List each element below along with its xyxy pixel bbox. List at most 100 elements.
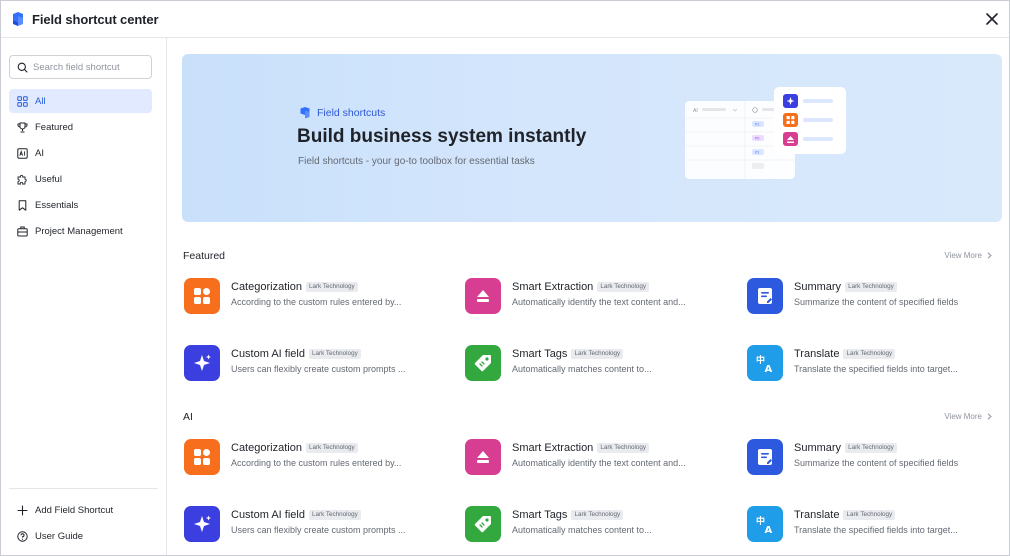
illus-chip-label: P0 (755, 137, 759, 141)
card-title: Summary (794, 281, 842, 293)
illus-category-glyph (786, 116, 790, 120)
user-guide-label: User Guide (35, 530, 84, 542)
illus-panel-bar (803, 118, 833, 122)
sidebar-item-label: Featured (35, 121, 74, 133)
illus-category-glyph (786, 120, 790, 124)
shortcut-card-summary[interactable]: Summary Lark Technology Summarize the con… (747, 439, 997, 479)
illus-category-tile (783, 113, 798, 127)
card-description: Automatically identify the text content … (512, 458, 686, 468)
sidebar-item-essentials[interactable]: Essentials (9, 193, 152, 217)
card-title: Custom AI field (231, 348, 305, 360)
publisher-badge: Lark Technology (571, 349, 624, 359)
view-more-ai[interactable]: View More (944, 412, 993, 421)
card-description: Automatically identify the text content … (512, 297, 686, 307)
view-more-featured[interactable]: View More (944, 251, 993, 260)
summary-icon (747, 278, 783, 314)
shortcut-card-custom-ai-field[interactable]: Custom AI field Lark Technology Users can… (184, 345, 434, 385)
field-shortcuts-logo-icon (300, 107, 310, 119)
grid-icon (17, 95, 28, 107)
publisher-badge: Lark Technology (305, 282, 358, 292)
illus-header-bar (702, 108, 726, 111)
card-description: Users can flexibly create custom prompts… (231, 364, 406, 374)
banner-subtitle: Field shortcuts - your go-to toolbox for… (298, 156, 535, 167)
banner-illustration: AI P1 P0 P1 (685, 87, 846, 179)
section-title-ai: AI (183, 411, 193, 423)
card-description: According to the custom rules entered by… (231, 458, 402, 468)
sidebar-item-all[interactable]: All (9, 89, 152, 113)
shortcut-card-smart-tags[interactable]: Smart Tags Lark Technology Automatically … (465, 506, 715, 546)
shortcut-card-translate[interactable]: 中A Translate Lark Technology Translate th… (747, 506, 997, 546)
close-icon[interactable] (985, 12, 999, 26)
publisher-badge: Lark Technology (305, 443, 358, 453)
publisher-badge: Lark Technology (308, 510, 361, 520)
sidebar-item-useful[interactable]: Useful (9, 167, 152, 191)
sparkle-icon (184, 345, 220, 381)
shortcut-card-categorization[interactable]: Categorization Lark Technology According … (184, 439, 434, 479)
card-title: Smart Tags (512, 509, 568, 521)
publisher-badge: Lark Technology (571, 510, 624, 520)
card-description: Translate the specified fields into targ… (794, 525, 958, 535)
sidebar: All Featured AI Useful (1, 38, 167, 555)
shortcut-card-summary[interactable]: Summary Lark Technology Summarize the con… (747, 278, 997, 318)
shortcut-card-smart-extraction[interactable]: Smart Extraction Lark Technology Automati… (465, 278, 715, 318)
publisher-badge: Lark Technology (597, 443, 650, 453)
view-more-label: View More (944, 251, 982, 260)
sidebar-item-label: AI (35, 147, 44, 159)
card-title: Summary (794, 442, 842, 454)
sidebar-item-label: All (35, 95, 46, 107)
add-field-shortcut-button[interactable]: Add Field Shortcut (1, 497, 166, 523)
illus-category-glyph (791, 116, 795, 120)
summary-icon (747, 439, 783, 475)
search-box[interactable] (9, 55, 152, 79)
title-bar: Field shortcut center (1, 1, 1009, 38)
field-shortcut-center-window: Field shortcut center All (0, 0, 1010, 556)
chevron-right-icon (987, 413, 992, 420)
publisher-badge: Lark Technology (843, 510, 896, 520)
shortcut-card-smart-tags[interactable]: Smart Tags Lark Technology Automatically … (465, 345, 715, 385)
search-icon (17, 62, 28, 73)
publisher-badge: Lark Technology (845, 282, 897, 292)
sidebar-item-project-management[interactable]: Project Management (9, 219, 152, 243)
card-title: Custom AI field (231, 509, 305, 521)
translate-icon: 中A (747, 345, 783, 381)
sidebar-item-ai[interactable]: AI (9, 141, 152, 165)
sidebar-nav: All Featured AI Useful Essentials Projec… (9, 89, 152, 245)
sidebar-footer: Add Field Shortcut User Guide (1, 488, 166, 549)
banner-tag-label: Field shortcuts (317, 106, 386, 119)
shortcut-card-custom-ai-field[interactable]: Custom AI field Lark Technology Users can… (184, 506, 434, 546)
illus-empty-chip (752, 163, 764, 169)
sidebar-item-label: Useful (35, 173, 62, 185)
shortcut-card-categorization[interactable]: Categorization Lark Technology According … (184, 278, 434, 318)
card-description: Translate the specified fields into targ… (794, 364, 958, 374)
categorization-icon (184, 439, 220, 475)
card-title: Categorization (231, 281, 302, 293)
help-icon (17, 530, 28, 542)
illus-chip-label: P1 (755, 151, 759, 155)
illus-chip-label: P1 (755, 123, 759, 127)
window-title: Field shortcut center (32, 11, 159, 27)
sidebar-item-label: Essentials (35, 199, 79, 211)
banner-tag: Field shortcuts (299, 106, 385, 119)
card-title: Translate (794, 509, 840, 521)
categorization-icon (184, 278, 220, 314)
banner-title: Build business system instantly (297, 126, 587, 147)
user-guide-button[interactable]: User Guide (1, 523, 166, 549)
sidebar-item-featured[interactable]: Featured (9, 115, 152, 139)
publisher-badge: Lark Technology (308, 349, 361, 359)
card-title: Smart Extraction (512, 281, 594, 293)
add-field-shortcut-label: Add Field Shortcut (35, 504, 114, 516)
hero-banner: Field shortcuts Build business system in… (182, 54, 1002, 222)
card-description: Summarize the content of specified field… (794, 458, 959, 468)
shortcut-card-translate[interactable]: 中A Translate Lark Technology Translate th… (747, 345, 997, 385)
search-input[interactable] (33, 61, 143, 73)
shortcut-card-smart-extraction[interactable]: Smart Extraction Lark Technology Automati… (465, 439, 715, 479)
extraction-icon (465, 439, 501, 475)
publisher-badge: Lark Technology (845, 443, 897, 453)
trophy-icon (17, 122, 28, 132)
view-more-label: View More (944, 412, 982, 421)
illus-column-label: AI (693, 108, 698, 114)
illus-panel-bar (803, 99, 833, 103)
main-content: Field shortcuts Build business system in… (168, 38, 1009, 555)
extraction-icon (465, 278, 501, 314)
sidebar-divider (9, 488, 158, 489)
